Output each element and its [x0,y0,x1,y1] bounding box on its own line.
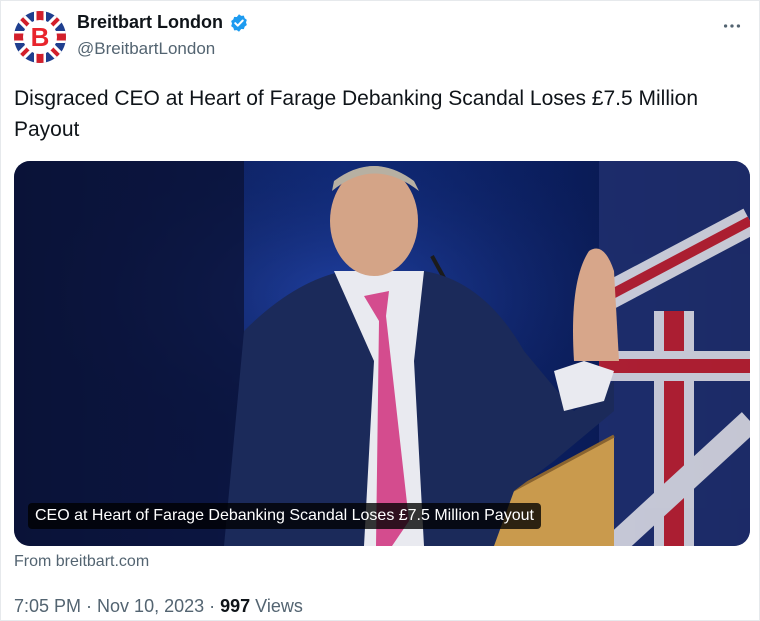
more-options-icon[interactable] [717,11,747,41]
link-card[interactable]: CEO at Heart of Farage Debanking Scandal… [14,161,750,546]
tweet-meta: 7:05 PM · Nov 10, 2023 · 997 Views [14,596,303,617]
views-label: Views [250,596,303,616]
verified-badge-icon [229,13,249,33]
card-image [14,161,750,546]
meta-separator: · [204,596,221,616]
breitbart-logo-icon: B [14,11,66,63]
card-caption: CEO at Heart of Farage Debanking Scandal… [28,503,541,529]
avatar[interactable]: B [14,11,66,63]
svg-text:B: B [31,22,50,52]
tweet-date[interactable]: Nov 10, 2023 [97,596,204,617]
author-name-row: Breitbart London [77,12,249,33]
tweet-text: Disgraced CEO at Heart of Farage Debanki… [14,87,699,141]
display-name[interactable]: Breitbart London [77,12,223,33]
tweet-time[interactable]: 7:05 PM [14,596,81,617]
card-source-link[interactable]: From breitbart.com [14,553,149,571]
handle[interactable]: @BreitbartLondon [77,39,215,59]
views-count: 997 [220,596,251,616]
tweet: B Breitbart London @BreitbartLondon Disg… [0,0,760,621]
meta-separator: · [81,596,98,616]
